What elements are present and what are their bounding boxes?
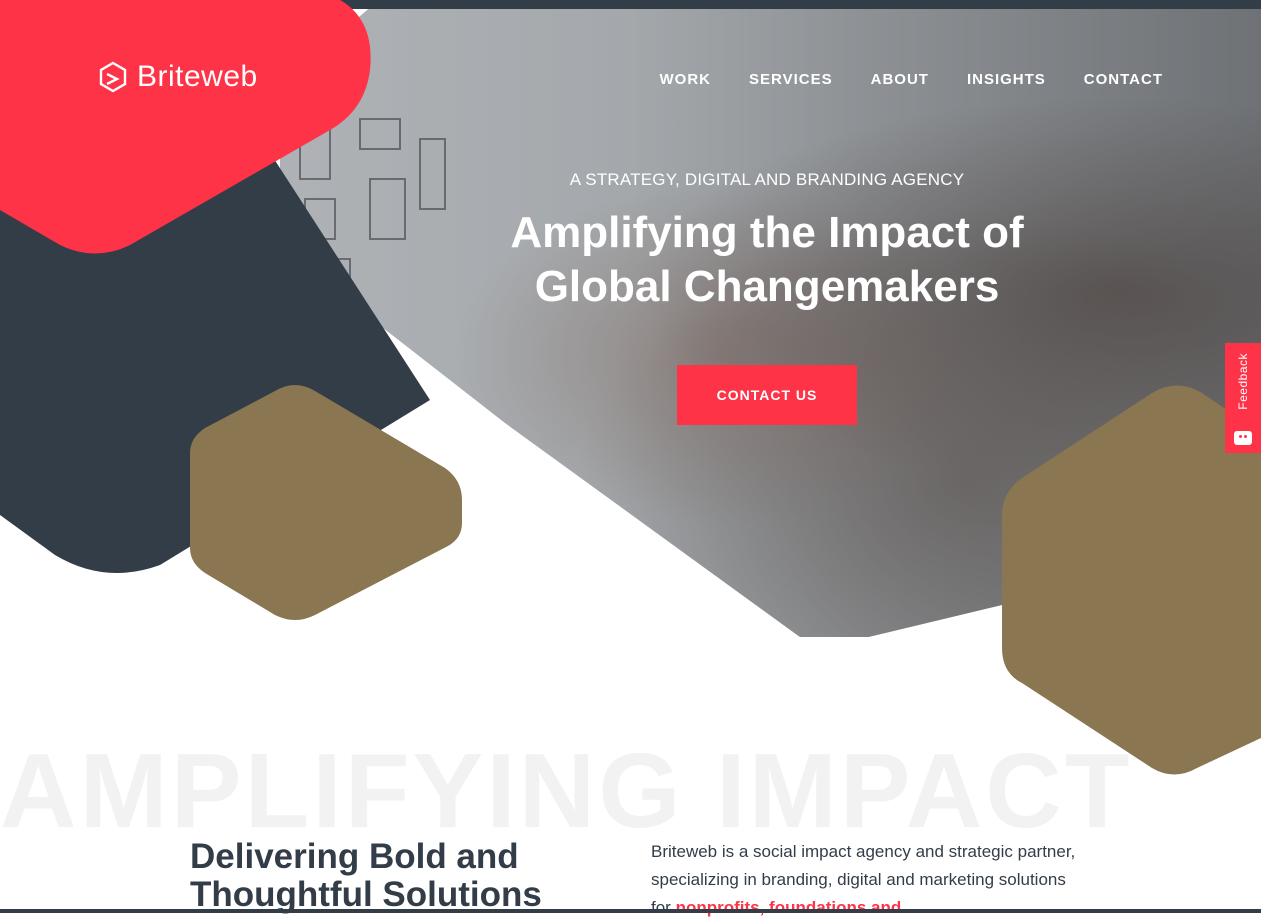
smiley-face-icon: [1234, 431, 1252, 445]
feedback-label: Feedback: [1236, 353, 1250, 410]
brand-logo[interactable]: Briteweb: [99, 60, 258, 94]
gold-hexagon-shape-right: [1002, 385, 1261, 775]
gold-hexagon-shape-left: [190, 385, 462, 620]
section-watermark: AMPLIFYING IMPACT: [0, 732, 1133, 850]
briteweb-hex-icon: [99, 61, 127, 93]
nav-item-insights[interactable]: INSIGHTS: [967, 71, 1046, 88]
contact-us-button[interactable]: CONTACT US: [677, 365, 857, 425]
feedback-tab[interactable]: Feedback: [1225, 343, 1261, 453]
nav-item-contact[interactable]: CONTACT: [1084, 71, 1163, 88]
section-heading: Delivering Bold and Thoughtful Solutions: [190, 837, 542, 914]
nav-item-services[interactable]: SERVICES: [749, 71, 833, 88]
bottom-strip: [0, 909, 1261, 913]
brand-name: Briteweb: [137, 60, 258, 93]
hero-headline-line2: Global Changemakers: [534, 262, 1000, 311]
hero-content: A STRATEGY, DIGITAL AND BRANDING AGENCY …: [440, 170, 1094, 314]
hero-headline: Amplifying the Impact of Global Changema…: [440, 206, 1094, 314]
hero-headline-line1: Amplifying the Impact of: [510, 208, 1024, 257]
main-nav: WORK SERVICES ABOUT INSIGHTS CONTACT: [660, 71, 1163, 88]
nav-item-about[interactable]: ABOUT: [871, 71, 929, 88]
hero-eyebrow: A STRATEGY, DIGITAL AND BRANDING AGENCY: [569, 170, 965, 189]
nav-item-work[interactable]: WORK: [660, 71, 712, 88]
intro-highlight-link[interactable]: nonprofits, foundations and: [676, 898, 902, 917]
red-hexagon-shape: [0, 0, 371, 254]
